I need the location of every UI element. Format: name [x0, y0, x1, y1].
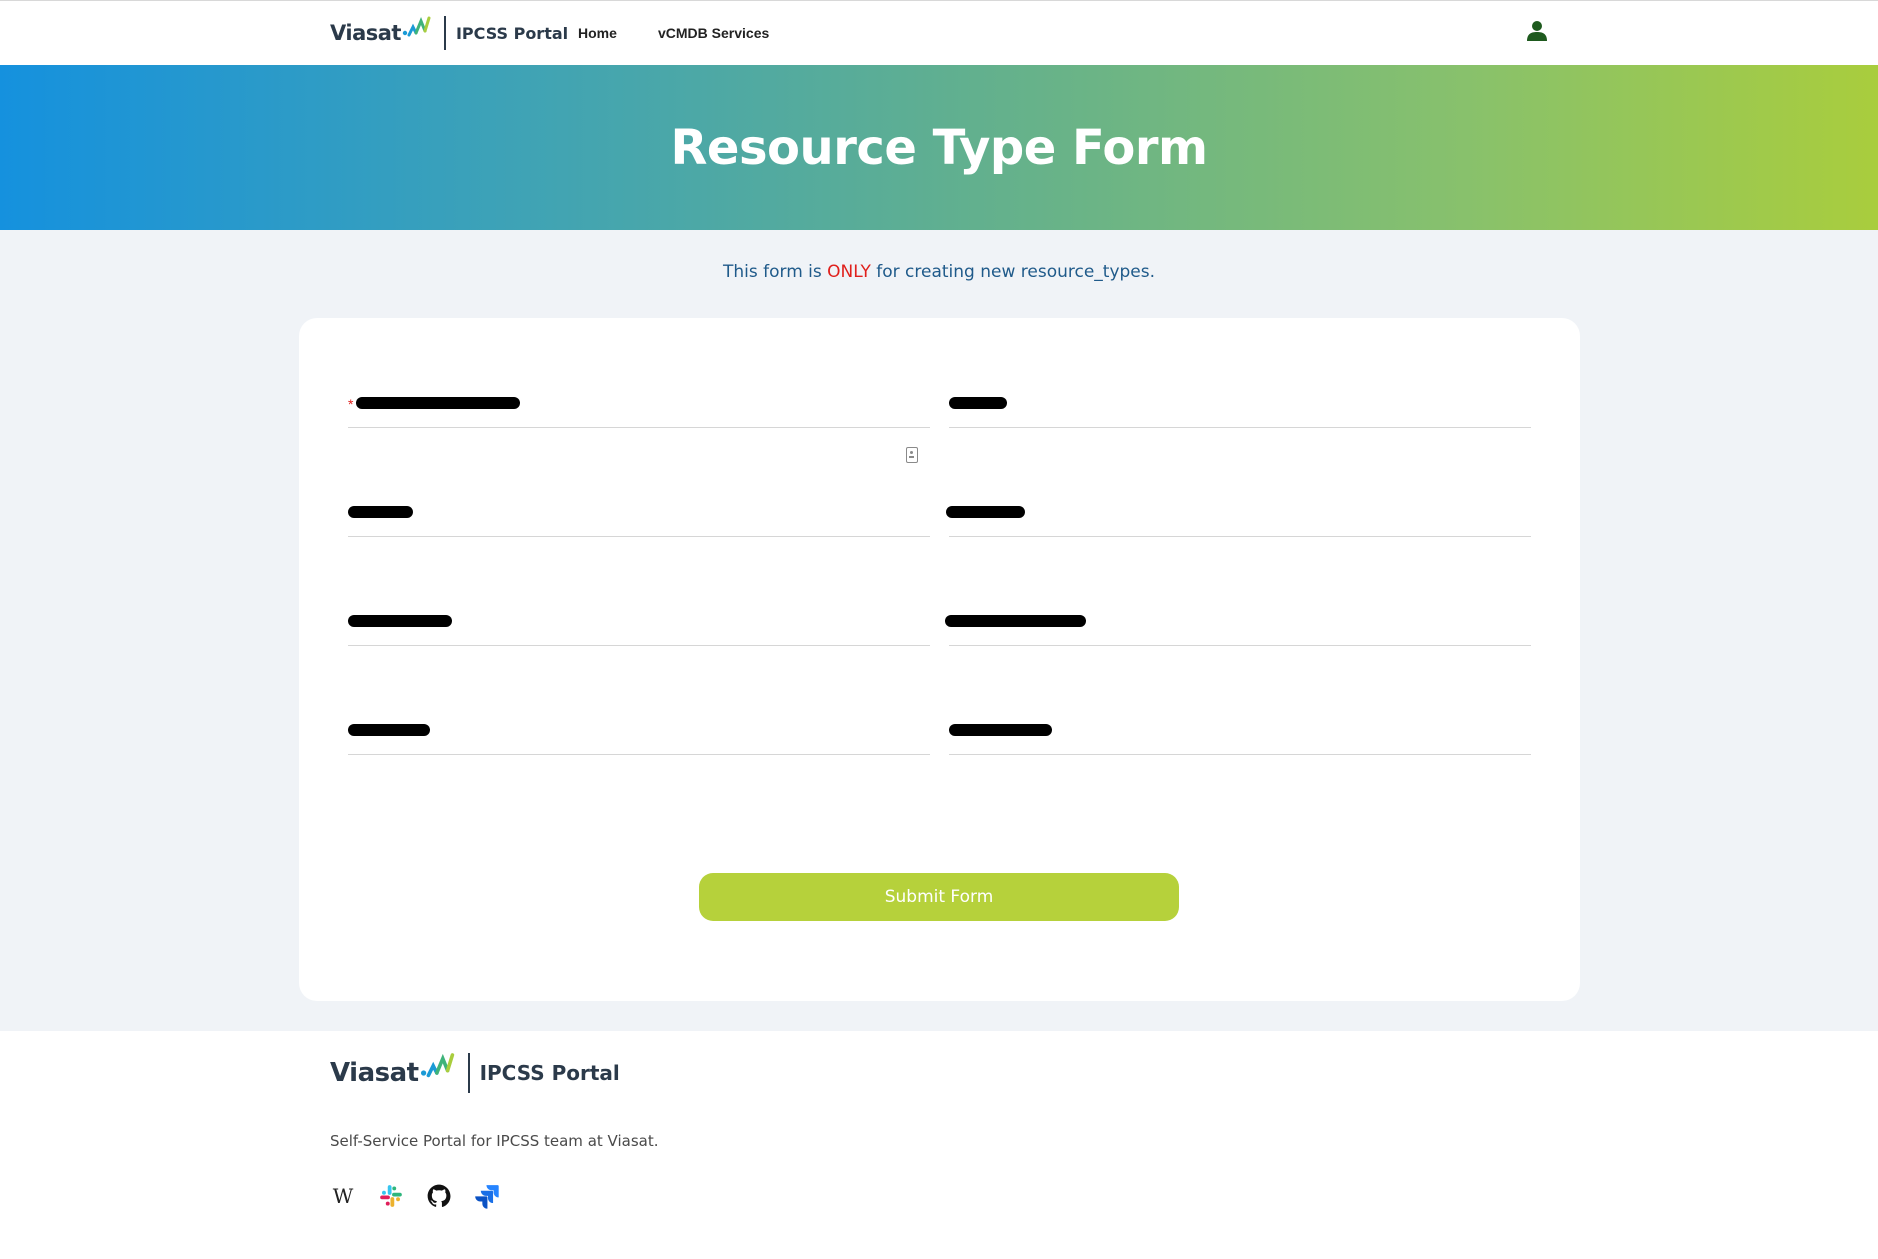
brand-divider [467, 1053, 470, 1093]
form-card: * Submit Form [299, 318, 1580, 1001]
wikipedia-icon[interactable]: W [330, 1183, 356, 1209]
viasat-logo-text: Viasat [330, 21, 401, 45]
form-field-3 [348, 427, 930, 547]
form-input-7[interactable] [348, 725, 930, 765]
top-navbar: Viasat IPCSS Portal Home vCMDB Services [0, 0, 1878, 65]
notice-prefix: This form is [722, 262, 828, 282]
footer: Viasat IPCSS Portal Self-Service Portal … [0, 1031, 1878, 1259]
form-field-5 [348, 536, 930, 656]
brand-logo[interactable]: Viasat IPCSS Portal [330, 15, 568, 51]
github-icon[interactable] [426, 1183, 452, 1209]
brand-divider [443, 16, 446, 50]
footer-brand-name: IPCSS Portal [479, 1061, 620, 1085]
form-field-2 [949, 318, 1531, 438]
slack-icon[interactable] [378, 1183, 404, 1209]
wikipedia-glyph: W [332, 1184, 354, 1208]
nav-link-home[interactable]: Home [578, 25, 617, 41]
viasat-logo-mark-icon [420, 1053, 454, 1078]
form-notice: This form is ONLY for creating new resou… [0, 262, 1878, 282]
form-field-7 [348, 645, 930, 765]
submit-form-button[interactable]: Submit Form [699, 873, 1179, 921]
notice-emphasis: ONLY [827, 262, 871, 282]
footer-icon-links: W [330, 1183, 500, 1209]
viasat-logo-mark-icon [402, 16, 431, 37]
page-title: Resource Type Form [670, 119, 1208, 176]
user-icon[interactable] [1526, 20, 1548, 42]
form-input-8[interactable] [949, 725, 1531, 765]
brand-name: IPCSS Portal [455, 23, 569, 43]
footer-description: Self-Service Portal for IPCSS team at Vi… [330, 1132, 659, 1150]
viasat-logo-text: Viasat [330, 1058, 419, 1088]
form-field-6 [945, 536, 1531, 656]
form-field-1: * [348, 318, 930, 463]
notice-suffix: for creating new resource_types. [870, 262, 1156, 282]
form-field-8 [949, 645, 1531, 765]
hero-banner: Resource Type Form [0, 65, 1878, 230]
nav-link-vcmdb-services[interactable]: vCMDB Services [658, 25, 769, 41]
footer-brand-logo[interactable]: Viasat IPCSS Portal [330, 1053, 620, 1093]
form-field-4 [946, 427, 1531, 547]
jira-icon[interactable] [474, 1183, 500, 1209]
